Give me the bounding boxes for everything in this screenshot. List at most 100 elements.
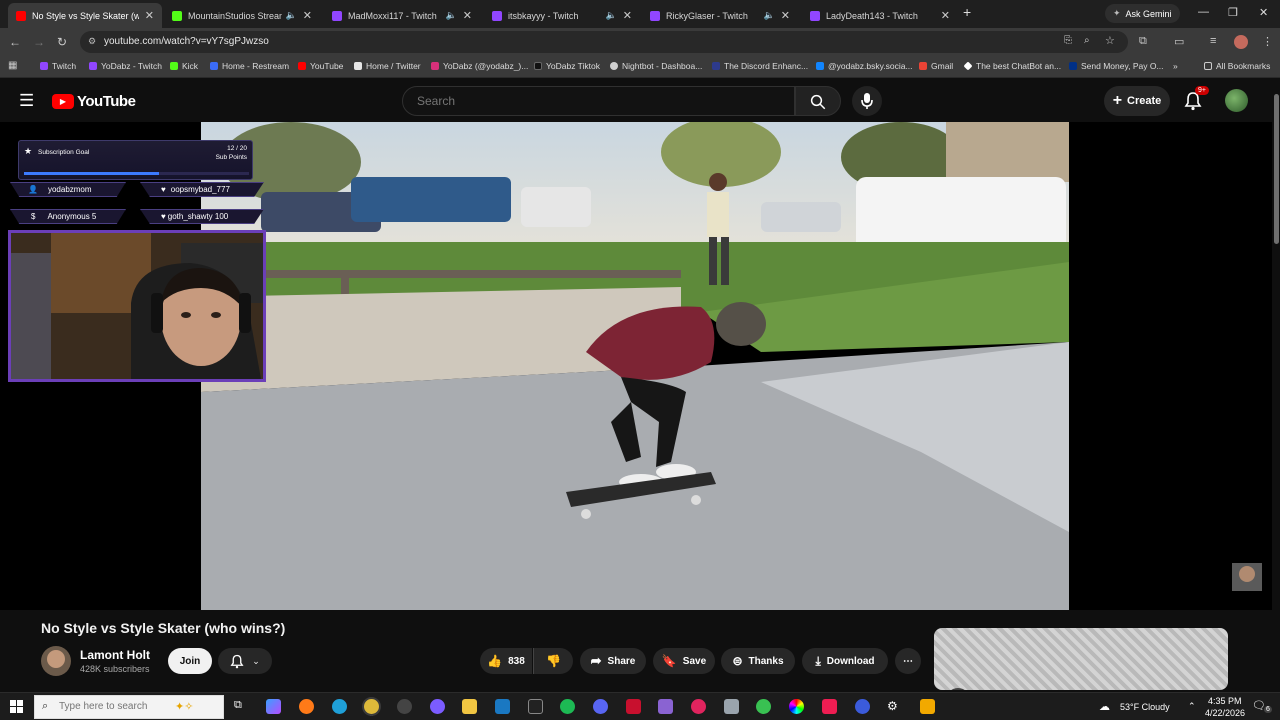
scrollbar-thumb[interactable]	[1274, 94, 1279, 244]
new-tab-icon[interactable]: +	[963, 4, 971, 20]
close-tab-icon[interactable]: ✕	[463, 9, 472, 22]
like-button[interactable]: 👍 838	[480, 648, 532, 674]
address-bar[interactable]: ⚙ youtube.com/watch?v=vY7sgPJwzso ⎘ ⌕ ☆	[80, 31, 1128, 53]
app-icon[interactable]	[855, 699, 870, 714]
bookmark-item[interactable]: YouTube	[298, 61, 343, 71]
bookmark-item[interactable]: YoDabz (@yodabz_)...	[431, 61, 528, 71]
bookmark-item[interactable]: Nightbot - Dashboa...	[610, 61, 702, 71]
bookmark-item[interactable]: YoDabz Tiktok	[534, 61, 600, 71]
app-icon[interactable]	[724, 699, 739, 714]
notifications-button[interactable]: 9+	[1184, 86, 1209, 116]
spotify-icon[interactable]	[560, 699, 575, 714]
zoom-icon[interactable]: ⌕	[1084, 35, 1090, 46]
app-icon[interactable]	[756, 699, 771, 714]
channel-watermark[interactable]	[1232, 563, 1262, 591]
bookmark-item[interactable]: Twitch	[40, 61, 76, 71]
more-bookmarks-icon[interactable]: »	[1173, 61, 1178, 71]
bookmark-star-icon[interactable]: ☆	[1105, 34, 1115, 47]
bookmark-item[interactable]: Kick	[170, 61, 198, 71]
epic-games-icon[interactable]	[528, 699, 543, 714]
video-player[interactable]	[201, 122, 1069, 610]
bookmark-item[interactable]: The best ChatBot an...	[963, 61, 1061, 71]
windows-start-icon[interactable]	[10, 700, 23, 713]
app-icon[interactable]	[626, 699, 641, 714]
apps-grid-icon[interactable]: ▦	[8, 60, 17, 71]
discord-icon[interactable]	[593, 699, 608, 714]
speaker-icon[interactable]: 🔈	[764, 10, 775, 21]
restore-icon[interactable]: ❐	[1228, 6, 1238, 19]
tab-itsbkayyy[interactable]: itsbkayyy - Twitch 🔈 ✕	[484, 3, 640, 28]
clock-time[interactable]: 4:35 PM	[1208, 696, 1242, 706]
install-icon[interactable]: ⎘	[1064, 35, 1072, 46]
tab-madmoxxi[interactable]: MadMoxxi117 - Twitch 🔈 ✕	[324, 3, 480, 28]
settings-gear-icon[interactable]: ⚙	[887, 699, 902, 714]
profile-avatar[interactable]	[1234, 35, 1248, 49]
close-tab-icon[interactable]: ✕	[145, 9, 154, 22]
create-button[interactable]: + Create	[1104, 86, 1170, 116]
bookmark-item[interactable]: The Discord Enhanc...	[712, 61, 808, 71]
bookmark-item[interactable]: Gmail	[919, 61, 953, 71]
tiktok-icon[interactable]	[822, 699, 837, 714]
task-view-icon[interactable]: ⧉	[234, 699, 249, 714]
clock-date[interactable]: 4/22/2026	[1205, 708, 1245, 718]
join-button[interactable]: Join	[168, 648, 212, 674]
share-button[interactable]: ➦ Share	[580, 648, 646, 674]
app-icon[interactable]	[691, 699, 706, 714]
bookmark-item[interactable]: @yodabz.bsky.socia...	[816, 61, 913, 71]
bookmark-item[interactable]: Home - Restream	[210, 61, 289, 71]
close-tab-icon[interactable]: ✕	[941, 9, 950, 22]
all-bookmarks[interactable]: All Bookmarks	[1204, 61, 1270, 71]
speaker-icon[interactable]: 🔈	[606, 10, 617, 21]
more-actions-button[interactable]: ⋯	[895, 648, 921, 674]
bookmark-item[interactable]: YoDabz - Twitch	[89, 61, 162, 71]
taskbar-search-box[interactable]: ⌕ ✦✧	[34, 695, 224, 719]
download-button[interactable]: ⤓ Download	[802, 648, 888, 674]
close-tab-icon[interactable]: ✕	[781, 9, 790, 22]
close-tab-icon[interactable]: ✕	[303, 9, 312, 22]
youtube-logo[interactable]: ▶ YouTube	[52, 93, 136, 110]
thanks-button[interactable]: ⊜ Thanks	[721, 648, 795, 674]
back-icon[interactable]: ←	[9, 35, 21, 49]
media-icon[interactable]: ≡	[1210, 35, 1216, 47]
app-icon[interactable]	[658, 699, 673, 714]
search-input[interactable]	[417, 94, 777, 108]
steam-icon[interactable]	[495, 699, 510, 714]
close-window-icon[interactable]: ✕	[1259, 6, 1268, 19]
channel-name[interactable]: Lamont Holt	[80, 648, 150, 662]
extensions-icon[interactable]: ⧉	[1139, 35, 1147, 48]
forward-icon[interactable]: →	[33, 35, 45, 49]
menu-dots-icon[interactable]: ⋮	[1262, 35, 1273, 48]
firefox-icon[interactable]	[299, 699, 314, 714]
obs-icon[interactable]	[397, 699, 412, 714]
account-avatar[interactable]	[1225, 89, 1248, 112]
speaker-icon[interactable]: 🔈	[286, 10, 297, 21]
chrome-icon[interactable]	[364, 699, 379, 714]
tab-mountainstudios[interactable]: MountainStudios Stream - 🔈 ✕	[164, 3, 320, 28]
search-button[interactable]	[795, 86, 841, 116]
page-scrollbar[interactable]	[1272, 80, 1280, 692]
channel-avatar[interactable]	[41, 646, 71, 676]
close-tab-icon[interactable]: ✕	[623, 9, 632, 22]
app-icon[interactable]	[920, 699, 935, 714]
reload-icon[interactable]: ↻	[57, 35, 67, 49]
ask-gemini-button[interactable]: ✦ Ask Gemini	[1105, 4, 1180, 23]
dislike-button[interactable]: 👎	[533, 648, 573, 674]
speaker-icon[interactable]: 🔈	[446, 10, 457, 21]
tray-chevron-icon[interactable]: ⌃	[1188, 701, 1196, 712]
tab-rickyglaser[interactable]: RickyGlaser - Twitch 🔈 ✕	[642, 3, 798, 28]
bookmark-item[interactable]: Home / Twitter	[354, 61, 421, 71]
sidepanel-icon[interactable]: ▭	[1174, 35, 1184, 48]
file-explorer-icon[interactable]	[462, 699, 477, 714]
tab-youtube[interactable]: No Style vs Style Skater (w ✕	[8, 3, 162, 28]
tab-ladydeath[interactable]: LadyDeath143 - Twitch ✕	[802, 3, 958, 28]
edge-icon[interactable]	[332, 699, 347, 714]
side-panel-card[interactable]	[934, 628, 1228, 690]
copilot-icon[interactable]	[266, 699, 281, 714]
app-icon[interactable]	[789, 699, 804, 714]
weather-text[interactable]: 53°F Cloudy	[1120, 702, 1170, 712]
site-info-icon[interactable]: ⚙	[88, 36, 96, 47]
subscription-bell-button[interactable]: ⌄	[218, 648, 272, 674]
minimize-icon[interactable]: —	[1198, 6, 1209, 18]
save-button[interactable]: 🔖 Save	[653, 648, 715, 674]
search-box[interactable]	[402, 86, 795, 116]
